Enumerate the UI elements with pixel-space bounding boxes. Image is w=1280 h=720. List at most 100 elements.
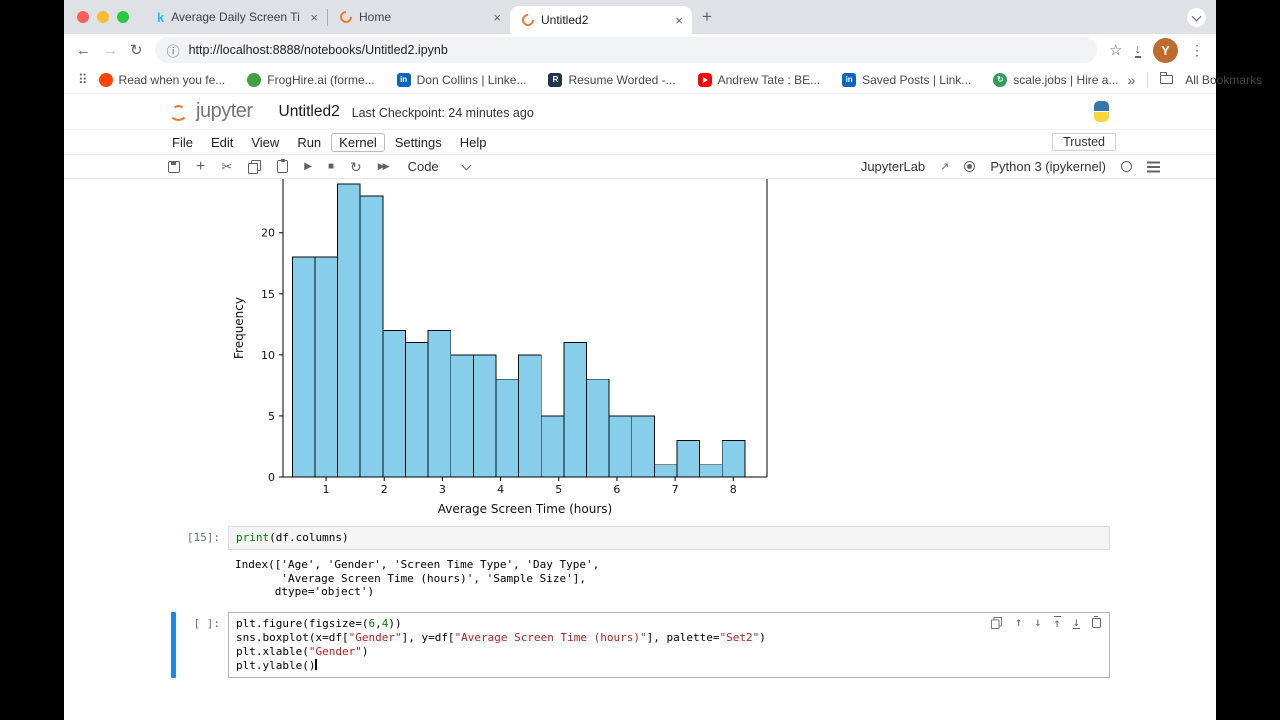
- checkpoint-status: Last Checkpoint: 24 minutes ago: [351, 105, 534, 120]
- menu-settings[interactable]: Settings: [387, 133, 450, 152]
- tab-untitled2[interactable]: Untitled2 ×: [510, 6, 692, 34]
- notebook-toolbar: + ✂ ▶ ■ ↻ ▶▶ Code JupyterLab ↗ Python 3 …: [64, 155, 1216, 179]
- bookmark-label: Resume Worded -...: [568, 72, 676, 87]
- bookmark-label: Saved Posts | Link...: [862, 72, 972, 87]
- back-button[interactable]: ←: [76, 42, 91, 59]
- bookmark-label: scale.jobs | Hire a...: [1013, 72, 1119, 87]
- chevron-down-icon: [1191, 11, 1202, 21]
- menu-view[interactable]: View: [243, 133, 287, 152]
- cell-toolbar: ↑ ↓ ↑ ↓: [990, 614, 1101, 630]
- tab-jupyter-home[interactable]: Home ×: [328, 0, 510, 34]
- bookmark-star-icon[interactable]: ☆: [1109, 41, 1122, 59]
- hamburger-menu-icon[interactable]: [1147, 165, 1160, 168]
- bookmark-item[interactable]: R Resume Worded -...: [548, 72, 676, 87]
- code-cell-boxplot[interactable]: [ ]: ↑ ↓ ↑ ↓ plt.figure(figsize=(6,4)) sn…: [160, 611, 1110, 678]
- tab-strip: k Average Daily Screen Time fo × Home × …: [64, 0, 1216, 34]
- bookmark-item[interactable]: in Saved Posts | Link...: [842, 72, 972, 87]
- resume-worded-favicon: R: [548, 72, 563, 87]
- maximize-window-button[interactable]: [117, 11, 129, 23]
- browser-window: k Average Daily Screen Time fo × Home × …: [64, 0, 1262, 720]
- debugger-icon[interactable]: [964, 161, 976, 172]
- menu-kernel[interactable]: Kernel: [331, 132, 385, 152]
- menu-help[interactable]: Help: [452, 133, 495, 152]
- tab-title: Home: [359, 10, 392, 24]
- menu-bar-items: File Edit View Run Kernel Settings Help: [164, 132, 495, 152]
- svg-text:8: 8: [730, 483, 737, 496]
- chevron-down-icon: [461, 160, 472, 170]
- interrupt-kernel-button[interactable]: ■: [328, 161, 334, 172]
- code-input[interactable]: ↑ ↓ ↑ ↓ plt.figure(figsize=(6,4)) sns.box…: [228, 611, 1110, 678]
- toolbar-right: JupyterLab ↗ Python 3 (ipykernel): [861, 159, 1160, 174]
- insert-cell-above-button[interactable]: ↑: [1053, 615, 1061, 630]
- svg-text:Frequency: Frequency: [232, 297, 246, 359]
- svg-text:5: 5: [268, 410, 275, 423]
- reload-button[interactable]: ↻: [130, 41, 143, 59]
- apps-grid-icon[interactable]: ⠿: [78, 72, 88, 88]
- svg-text:3: 3: [439, 483, 446, 496]
- move-cell-up-button[interactable]: ↑: [1015, 616, 1022, 628]
- restart-kernel-button[interactable]: ↻: [350, 160, 362, 174]
- bookmarks-list: Read when you fe... FrogHire.ai (forme...…: [98, 72, 1119, 87]
- tab-search-button[interactable]: [1187, 8, 1206, 27]
- forward-button[interactable]: →: [103, 42, 118, 59]
- bookmark-item[interactable]: ↻ scale.jobs | Hire a...: [993, 72, 1119, 87]
- cell-type-dropdown[interactable]: Code: [407, 159, 472, 174]
- menu-run[interactable]: Run: [289, 133, 329, 152]
- paste-cell-button[interactable]: [277, 159, 289, 173]
- code-cell-print-columns[interactable]: [15]: print(df.columns): [160, 526, 1110, 550]
- close-tab-icon[interactable]: ×: [672, 13, 686, 28]
- duplicate-cell-button[interactable]: [990, 616, 1003, 629]
- restart-run-all-button[interactable]: ▶▶: [378, 162, 390, 171]
- bookmarks-overflow-button[interactable]: »: [1127, 72, 1135, 88]
- svg-text:15: 15: [261, 288, 275, 301]
- insert-above-icon: ↑: [1053, 615, 1061, 630]
- matplotlib-figure: 1 2 3 4 5 6 7 8 0 5 10 15 20 Average Screen Time (hou…: [230, 179, 1110, 519]
- new-tab-button[interactable]: +: [692, 7, 722, 27]
- menu-file[interactable]: File: [164, 133, 201, 152]
- cut-cell-button[interactable]: ✂: [221, 160, 232, 173]
- svg-text:0: 0: [268, 471, 275, 484]
- jupyter-wordmark: jupyter: [196, 100, 253, 122]
- bookmark-item[interactable]: Andrew Tate : BE...: [697, 72, 820, 87]
- insert-cell-below-button[interactable]: ↓: [1072, 614, 1080, 629]
- downloads-icon[interactable]: ↓: [1134, 42, 1141, 58]
- jupyterlab-link[interactable]: JupyterLab: [861, 159, 925, 174]
- trusted-button[interactable]: Trusted: [1052, 133, 1116, 151]
- notebook-content: 1 2 3 4 5 6 7 8 0 5 10 15 20 Average Screen Time (hou…: [64, 179, 1216, 720]
- bookmark-item[interactable]: in Don Collins | Linke...: [396, 72, 526, 87]
- bookmark-item[interactable]: FrogHire.ai (forme...: [247, 72, 375, 87]
- insert-cell-button[interactable]: +: [196, 158, 205, 175]
- svg-text:7: 7: [672, 483, 679, 496]
- svg-text:4: 4: [497, 483, 504, 496]
- copy-cell-button[interactable]: [248, 160, 262, 174]
- tab-title: Average Daily Screen Time fo: [171, 10, 300, 24]
- cells-column: 1 2 3 4 5 6 7 8 0 5 10 15 20 Average Screen Time (hou…: [160, 179, 1110, 678]
- menu-edit[interactable]: Edit: [203, 133, 241, 152]
- cell-type-value: Code: [407, 159, 439, 174]
- omnibox[interactable]: ⓘ http://localhost:8888/notebooks/Untitl…: [154, 37, 1098, 63]
- tab-kaggle-screen-time[interactable]: k Average Daily Screen Time fo ×: [145, 0, 327, 34]
- profile-avatar[interactable]: Y: [1153, 37, 1178, 63]
- close-tab-icon[interactable]: ×: [490, 10, 504, 25]
- paste-icon: [277, 159, 289, 173]
- save-button[interactable]: [168, 160, 180, 173]
- bookmark-item[interactable]: Read when you fe...: [98, 72, 225, 87]
- kernel-name[interactable]: Python 3 (ipykernel): [990, 159, 1106, 174]
- svg-text:1: 1: [323, 483, 330, 496]
- delete-cell-button[interactable]: [1092, 615, 1101, 628]
- duplicate-icon: [991, 616, 1003, 629]
- figure-svg: 1 2 3 4 5 6 7 8 0 5 10 15 20 Average Screen Time (hou…: [232, 179, 768, 516]
- site-info-icon[interactable]: ⓘ: [167, 41, 180, 60]
- save-icon: [168, 160, 180, 173]
- move-cell-down-button[interactable]: ↓: [1034, 616, 1041, 628]
- close-tab-icon[interactable]: ×: [307, 10, 321, 25]
- minimize-window-button[interactable]: [97, 11, 109, 23]
- notebook-title[interactable]: Untitled2: [279, 103, 340, 121]
- bookmarks-bar: ⠿ Read when you fe... FrogHire.ai (forme.…: [64, 66, 1262, 94]
- close-window-button[interactable]: [77, 11, 89, 23]
- code-input[interactable]: print(df.columns): [228, 526, 1110, 550]
- browser-menu-icon[interactable]: ⋮: [1190, 42, 1204, 59]
- insert-below-icon: ↓: [1072, 614, 1080, 629]
- run-cell-button[interactable]: ▶: [304, 161, 312, 172]
- all-bookmarks-button[interactable]: All Bookmarks: [1185, 73, 1262, 87]
